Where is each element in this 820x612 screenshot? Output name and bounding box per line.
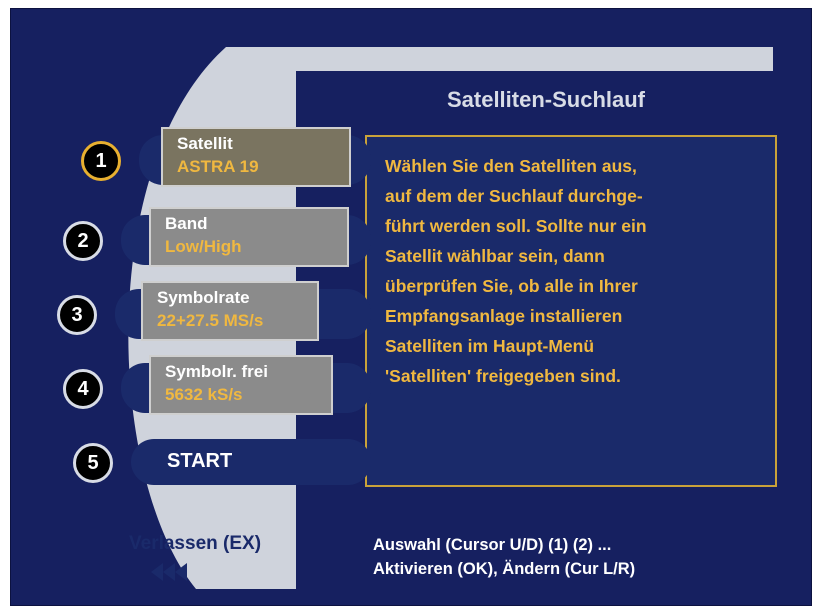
hint-line-select: Auswahl (Cursor U/D) (1) (2) ... [373, 536, 612, 554]
start-button[interactable]: START [131, 439, 371, 485]
start-label: START [167, 450, 233, 472]
symbolr-frei-label: Symbolr. frei [165, 362, 268, 381]
key-hints: Auswahl (Cursor U/D) (1) (2) ... Aktivie… [373, 533, 635, 581]
band-label: Band [165, 214, 208, 233]
hint-line-activate: Aktivieren (OK), Ändern (Cur L/R) [373, 560, 636, 578]
page-title: Satelliten-Suchlauf [446, 87, 646, 112]
satellite-value: ASTRA 19 [177, 157, 259, 176]
number-3-icon: 3 [57, 295, 97, 335]
band-value: Low/High [165, 237, 242, 256]
symbolrate-field[interactable]: Symbolrate 22+27.5 MS/s [141, 281, 319, 341]
band-field[interactable]: Band Low/High [149, 207, 349, 267]
info-panel: Wählen Sie den Satelliten aus, auf dem d… [365, 135, 777, 487]
symbolrate-label: Symbolrate [157, 288, 250, 307]
satellite-field[interactable]: Satellit ASTRA 19 [161, 127, 351, 187]
number-2-icon: 2 [63, 221, 103, 261]
symbolr-frei-value: 5632 kS/s [165, 385, 243, 404]
exit-label[interactable]: Verlassen (EX) [129, 533, 261, 555]
number-1-icon: 1 [81, 141, 121, 181]
number-4-icon: 4 [63, 369, 103, 409]
symbolrate-value: 22+27.5 MS/s [157, 311, 264, 330]
rewind-arrows-icon[interactable] [149, 561, 195, 583]
satellite-label: Satellit [177, 134, 233, 153]
tv-menu-screen: Satelliten-Suchlauf Wählen Sie den Satel… [10, 8, 812, 606]
info-text: Wählen Sie den Satelliten aus, auf dem d… [385, 156, 647, 386]
number-5-icon: 5 [73, 443, 113, 483]
symbolr-frei-field[interactable]: Symbolr. frei 5632 kS/s [149, 355, 333, 415]
